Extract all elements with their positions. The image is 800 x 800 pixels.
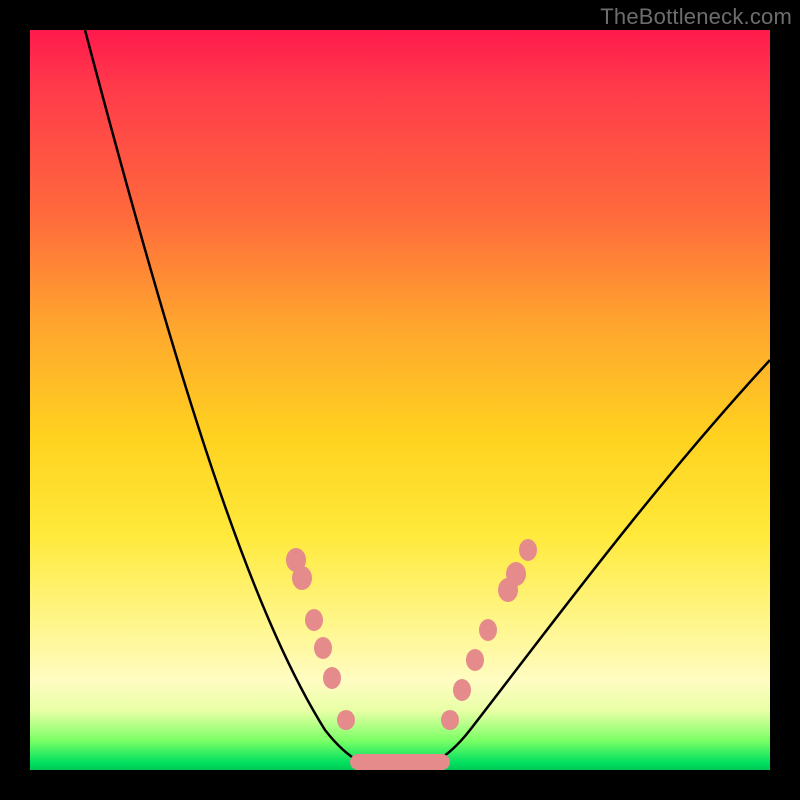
marker-right-5 xyxy=(506,562,526,586)
marker-left-3 xyxy=(314,637,332,659)
marker-left-1 xyxy=(292,566,312,590)
marker-left-2 xyxy=(305,609,323,631)
marker-bottom-band xyxy=(350,754,450,770)
marker-left-4 xyxy=(323,667,341,689)
bottleneck-curve xyxy=(85,30,770,770)
marker-right-2 xyxy=(466,649,484,671)
plot-area xyxy=(30,30,770,770)
marker-right-0 xyxy=(441,710,459,730)
marker-left-5 xyxy=(337,710,355,730)
curve-svg xyxy=(30,30,770,770)
marker-right-6 xyxy=(519,539,537,561)
chart-frame: TheBottleneck.com xyxy=(0,0,800,800)
watermark-text: TheBottleneck.com xyxy=(600,4,792,30)
marker-right-3 xyxy=(479,619,497,641)
marker-right-1 xyxy=(453,679,471,701)
